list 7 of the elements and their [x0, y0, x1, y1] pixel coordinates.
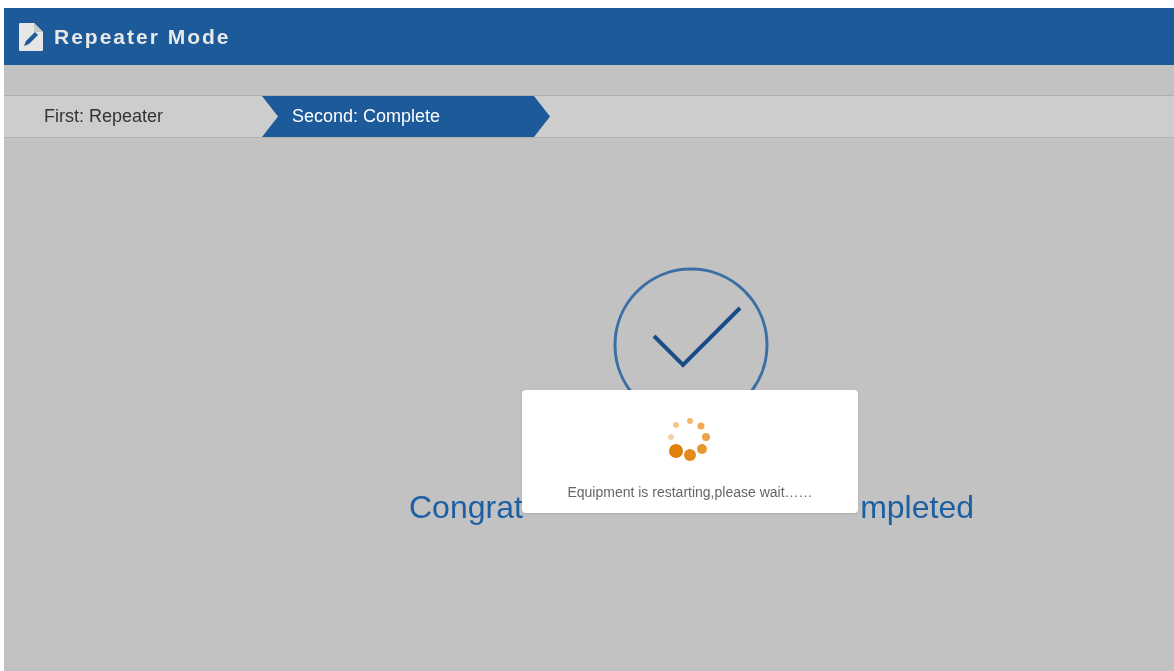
success-message: mpleted — [860, 488, 974, 527]
success-message: Congrat — [409, 488, 523, 527]
step-tab[interactable]: First: Repeater — [4, 96, 262, 137]
document-edit-icon — [18, 21, 44, 52]
step-tab[interactable]: Second: Complete — [262, 96, 550, 137]
page-title: Repeater Mode — [54, 23, 231, 50]
loading-message: Equipment is restarting,please wait…… — [567, 483, 813, 502]
